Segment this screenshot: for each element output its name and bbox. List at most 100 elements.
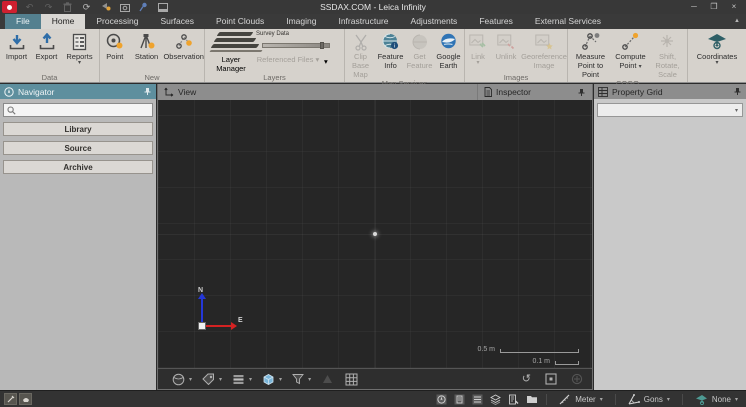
angle-unit-selector[interactable]: Gons ▾	[624, 394, 674, 405]
window-layout-icon[interactable]	[156, 1, 169, 13]
tab-inspector[interactable]: Inspector	[478, 84, 592, 100]
search-icon	[7, 106, 16, 115]
tab-external-services[interactable]: External Services	[524, 14, 612, 29]
map-canvas[interactable]: N E 0.5 m 0.1 m	[158, 100, 592, 368]
navigator-section-archive[interactable]: Archive	[3, 160, 153, 174]
coordinate-system-selector[interactable]: None ▾	[691, 394, 742, 405]
collapse-ribbon-icon[interactable]: ▲	[728, 14, 746, 29]
navigator-section-library[interactable]: Library	[3, 122, 153, 136]
navigator-pin-icon[interactable]	[143, 87, 152, 96]
filter-button[interactable]: ▾	[287, 371, 316, 388]
import-button[interactable]: Import	[2, 31, 32, 61]
tab-home[interactable]: Home	[41, 14, 86, 29]
redo-icon[interactable]: ↷	[42, 1, 55, 13]
station-button[interactable]: Station	[130, 31, 164, 61]
maximize-button[interactable]: ❐	[704, 0, 724, 14]
svg-text:i: i	[394, 44, 395, 50]
zoom-extents-button[interactable]	[545, 373, 557, 385]
navigator-section-source[interactable]: Source	[3, 141, 153, 155]
north-arrow-toggle-button[interactable]	[316, 371, 339, 388]
quick-access-toolbar: ↶ ↷ ⟳	[2, 0, 169, 14]
minimize-button[interactable]: ─	[684, 0, 704, 14]
delete-icon[interactable]	[61, 1, 74, 13]
distance-unit-selector[interactable]: Meter ▾	[555, 394, 606, 405]
layer-visibility-dropdown-icon[interactable]: ▾	[249, 376, 252, 383]
tab-features[interactable]: Features	[468, 14, 524, 29]
tab-imaging[interactable]: Imaging	[275, 14, 327, 29]
tab-surfaces[interactable]: Surfaces	[149, 14, 205, 29]
label-style-button[interactable]: ▾	[197, 371, 227, 388]
navigator-search[interactable]	[3, 103, 153, 117]
undo-icon[interactable]: ↶	[23, 1, 36, 13]
layers-more-dropdown-icon[interactable]: ▾	[324, 57, 328, 66]
statusbar-navigator-icon[interactable]	[436, 394, 447, 405]
reset-rotation-button[interactable]: ↺	[522, 374, 531, 385]
grid-toggle-button[interactable]	[339, 371, 364, 388]
unlink-image-button[interactable]: Unlink	[491, 31, 521, 61]
tab-point-clouds[interactable]: Point Clouds	[205, 14, 275, 29]
feature-info-button[interactable]: i Feature Info	[376, 31, 406, 70]
feedback-icon[interactable]	[99, 1, 112, 13]
referenced-files-button[interactable]: Referenced Files ▾	[252, 55, 324, 64]
coordinates-button[interactable]: Coordinates ▾	[691, 31, 743, 66]
pin-icon[interactable]	[137, 1, 150, 13]
shift-rotate-scale-button[interactable]: Shift, Rotate, Scale	[649, 31, 687, 79]
statusbar-report-icon[interactable]	[508, 394, 519, 405]
sync-icon[interactable]: ⟳	[80, 1, 93, 13]
view-3d-button[interactable]: ▾	[257, 371, 287, 388]
view-3d-dropdown-icon[interactable]: ▾	[279, 376, 282, 383]
clip-base-map-icon	[352, 31, 370, 52]
compute-point-button[interactable]: Compute Point ▾	[613, 31, 649, 70]
view-pin-icon[interactable]	[577, 88, 586, 97]
tab-infrastructure[interactable]: Infrastructure	[327, 14, 399, 29]
property-grid-pin-icon[interactable]	[733, 87, 742, 96]
measure-point-to-point-button[interactable]: Measure Point to Point	[569, 31, 613, 79]
georeference-image-button[interactable]: Georeference Image	[521, 31, 567, 70]
get-feature-button[interactable]: Get Feature	[406, 31, 434, 70]
coordinate-system-icon	[695, 394, 708, 405]
ribbon-group-data: Import Export Reports ▾ Data	[0, 29, 100, 82]
clip-base-map-button[interactable]: Clip Base Map	[346, 31, 376, 79]
statusbar-folder-icon[interactable]	[526, 394, 538, 404]
tab-adjustments[interactable]: Adjustments	[400, 14, 469, 29]
tab-view[interactable]: View	[158, 84, 478, 100]
statusbar-property-grid-icon[interactable]	[472, 394, 483, 405]
coordinates-dropdown-icon[interactable]: ▾	[715, 61, 718, 66]
render-mode-button[interactable]: ▾	[167, 371, 197, 388]
label-style-dropdown-icon[interactable]: ▾	[219, 376, 222, 383]
property-object-selector[interactable]: ▾	[597, 103, 743, 117]
tab-file[interactable]: File	[5, 14, 41, 29]
render-mode-dropdown-icon[interactable]: ▾	[189, 376, 192, 383]
reports-dropdown-icon[interactable]: ▾	[78, 61, 81, 66]
statusbar-inspector-icon[interactable]	[454, 394, 465, 405]
search-input[interactable]	[19, 105, 149, 116]
filter-dropdown-icon[interactable]: ▾	[308, 376, 311, 383]
tab-processing[interactable]: Processing	[85, 14, 149, 29]
compute-point-dropdown-icon: ▾	[639, 64, 642, 70]
statusbar-left-button-2[interactable]	[19, 393, 32, 405]
group-label-coordinates	[688, 73, 746, 82]
layer-manager-button[interactable]: Layer Manager	[210, 55, 252, 73]
fullscreen-button[interactable]	[571, 373, 583, 385]
origin-point	[373, 232, 377, 236]
google-earth-button[interactable]: Google Earth	[434, 31, 464, 70]
layer-visibility-button[interactable]: ▾	[227, 371, 257, 388]
snapshot-icon[interactable]	[118, 1, 131, 13]
angle-unit-icon	[628, 394, 640, 405]
observation-button[interactable]: Observation	[163, 31, 204, 61]
export-button[interactable]: Export	[32, 31, 62, 61]
scale-bar-minor-bracket	[555, 361, 579, 365]
point-button[interactable]: Point	[100, 31, 130, 61]
navigator-title: Navigator	[18, 87, 54, 97]
coordinate-system-dropdown-icon: ▾	[735, 396, 738, 403]
statusbar-left-button-1[interactable]	[4, 393, 17, 405]
distance-unit-dropdown-icon: ▾	[600, 396, 603, 403]
statusbar-layers-icon[interactable]	[490, 394, 501, 405]
leica-logo-icon[interactable]	[2, 1, 17, 13]
inspector-document-icon	[484, 87, 492, 97]
reports-button[interactable]: Reports ▾	[62, 31, 98, 66]
layer-stack-graphic: Survey Data	[210, 31, 338, 55]
statusbar: Meter ▾ Gons ▾ None ▾	[0, 390, 746, 407]
close-button[interactable]: ×	[724, 0, 744, 14]
link-image-button[interactable]: Link ▾	[465, 31, 491, 66]
